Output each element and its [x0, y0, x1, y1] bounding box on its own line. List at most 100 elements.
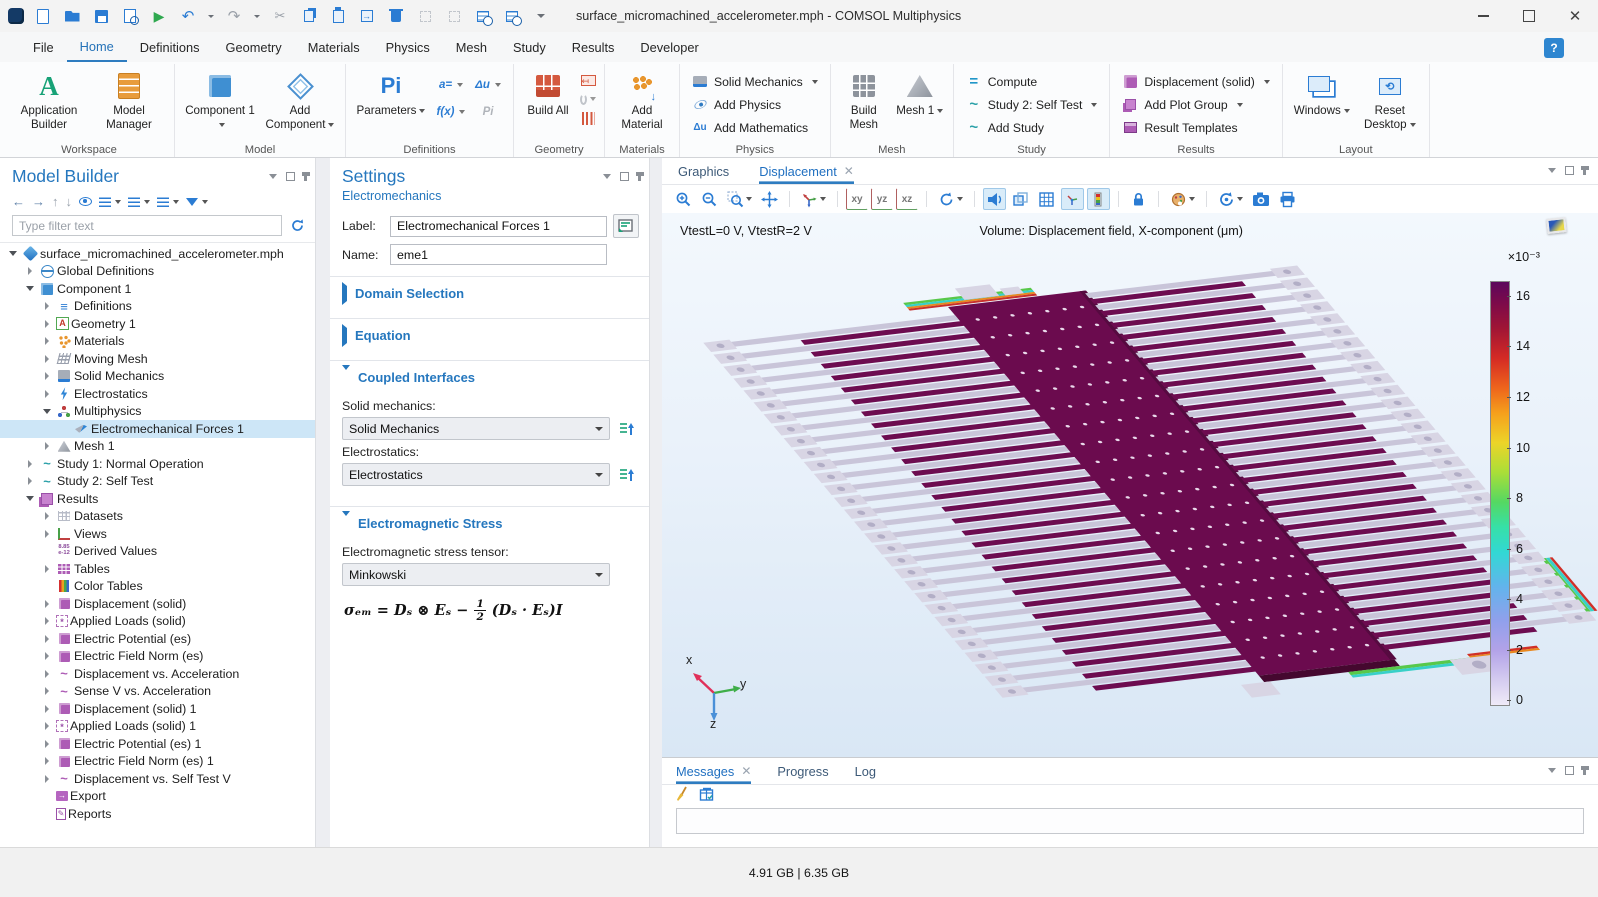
redo-button[interactable]: ↷	[224, 6, 244, 26]
close-tab-icon[interactable]: ✕	[844, 164, 854, 178]
panel-menu-chevron-icon[interactable]	[1548, 768, 1556, 773]
menu-developer[interactable]: Developer	[627, 32, 711, 62]
new-file-button[interactable]	[33, 6, 53, 26]
pin-panel-icon[interactable]	[1583, 166, 1586, 175]
component-1-button[interactable]: Component 1	[183, 68, 257, 131]
displacement-solid-button[interactable]: Displacement (solid)	[1118, 72, 1273, 91]
stress-tensor-select[interactable]: Minkowski	[342, 563, 610, 586]
tree-item[interactable]: Views	[0, 525, 315, 543]
show-toggle-button[interactable]	[79, 197, 92, 206]
menu-home[interactable]: Home	[67, 32, 127, 62]
float-panel-icon[interactable]	[620, 172, 629, 181]
add-plot-group-button[interactable]: Add Plot Group	[1118, 95, 1273, 114]
filter-button[interactable]	[186, 198, 208, 206]
open-file-button[interactable]	[62, 6, 82, 26]
show-color-legend-button[interactable]	[1087, 188, 1110, 210]
tree-item[interactable]: Derived Values	[0, 543, 315, 561]
solid-mechanics-select[interactable]: Solid Mechanics	[342, 417, 610, 440]
update-plot-button[interactable]	[1215, 188, 1246, 210]
add-study-button[interactable]: ~Add Study	[962, 118, 1102, 137]
tree-chevron-expanded-icon[interactable]	[23, 496, 37, 501]
work-plane-button[interactable]	[580, 110, 596, 126]
cut-button[interactable]: ✂	[270, 6, 290, 26]
close-tab-icon[interactable]: ✕	[741, 764, 751, 778]
delete-button[interactable]	[386, 6, 406, 26]
projection-toggle-button[interactable]	[983, 188, 1006, 210]
float-panel-icon[interactable]	[1565, 766, 1574, 775]
menu-physics[interactable]: Physics	[373, 32, 443, 62]
copy-messages-button[interactable]	[699, 787, 715, 807]
tree-item[interactable]: Tables	[0, 560, 315, 578]
menu-geometry[interactable]: Geometry	[213, 32, 295, 62]
tree-chevron-collapsed-icon[interactable]	[40, 687, 54, 695]
tree-chevron-collapsed-icon[interactable]	[40, 670, 54, 678]
menu-file[interactable]: File	[20, 32, 67, 62]
zoom-out-button[interactable]	[698, 188, 721, 210]
run-button[interactable]: ▶	[149, 6, 169, 26]
color-theme-button[interactable]	[1167, 188, 1198, 210]
tree-chevron-collapsed-icon[interactable]	[40, 372, 54, 380]
reset-desktop-button[interactable]: ⟲Reset Desktop	[1359, 68, 1421, 131]
show-frame-button[interactable]	[1009, 188, 1032, 210]
add-physics-button[interactable]: Add Physics	[688, 95, 822, 114]
lock-view-button[interactable]	[1127, 188, 1150, 210]
compute-button[interactable]: =Compute	[962, 72, 1102, 91]
tree-item[interactable]: Electric Potential (es) 1	[0, 735, 315, 753]
expand-all-button[interactable]	[128, 196, 150, 207]
tree-chevron-collapsed-icon[interactable]	[40, 390, 54, 398]
refresh-filter-icon[interactable]	[290, 218, 305, 233]
tree-chevron-collapsed-icon[interactable]	[40, 565, 54, 573]
tree-item[interactable]: Global Definitions	[0, 263, 315, 281]
print-button[interactable]	[1276, 188, 1299, 210]
help-button[interactable]: ?	[1544, 38, 1564, 58]
zoom-box-button[interactable]	[724, 188, 755, 210]
panel-menu-chevron-icon[interactable]	[603, 174, 611, 179]
plot-area[interactable]: VtestL=0 V, VtestR=2 V Volume: Displacem…	[662, 213, 1598, 757]
rename-label-button[interactable]	[613, 214, 639, 238]
tree-item[interactable]: Study 2: Self Test	[0, 473, 315, 491]
menu-mesh[interactable]: Mesh	[443, 32, 500, 62]
clear-messages-button[interactable]	[676, 786, 691, 807]
tree-item[interactable]: Electric Field Norm (es)	[0, 648, 315, 666]
tree-chevron-collapsed-icon[interactable]	[23, 267, 37, 275]
tree-chevron-collapsed-icon[interactable]	[40, 355, 54, 363]
functions-button[interactable]: f(x)	[434, 100, 468, 124]
view-yz-button[interactable]: yz	[871, 188, 893, 210]
electrostatics-select[interactable]: Electrostatics	[342, 463, 610, 486]
forward-button[interactable]: →	[32, 194, 45, 209]
show-axis-orientation-button[interactable]	[1061, 188, 1084, 210]
plot-thumbnail-icon[interactable]	[1546, 217, 1566, 234]
tree-chevron-expanded-icon[interactable]	[40, 409, 54, 414]
menu-study[interactable]: Study	[500, 32, 559, 62]
tree-item[interactable]: Color Tables	[0, 578, 315, 596]
tree-chevron-collapsed-icon[interactable]	[40, 617, 54, 625]
label-input[interactable]	[390, 216, 607, 237]
tree-chevron-collapsed-icon[interactable]	[40, 320, 54, 328]
tree-chevron-collapsed-icon[interactable]	[40, 705, 54, 713]
tree-item[interactable]: Applied Loads (solid)	[0, 613, 315, 631]
tree-item[interactable]: Study 1: Normal Operation	[0, 455, 315, 473]
tree-item[interactable]: Displacement vs. Acceleration	[0, 665, 315, 683]
collapse-all-button[interactable]	[99, 196, 121, 207]
view-xy-button[interactable]: xy	[846, 188, 868, 210]
float-panel-icon[interactable]	[286, 172, 295, 181]
tree-item[interactable]: Reports	[0, 805, 315, 823]
tree-chevron-collapsed-icon[interactable]	[40, 757, 54, 765]
name-input[interactable]	[390, 244, 607, 265]
move-down-button[interactable]: ↓	[66, 194, 73, 209]
add-mathematics-button[interactable]: ΔuAdd Mathematics	[688, 118, 822, 137]
add-material-button[interactable]: Add Material	[613, 68, 671, 131]
panel-menu-chevron-icon[interactable]	[1548, 168, 1556, 173]
snapshot-button[interactable]	[1249, 188, 1273, 210]
filter-input[interactable]	[12, 215, 282, 236]
import-geometry-button[interactable]	[580, 72, 596, 88]
back-button[interactable]: ←	[12, 194, 25, 209]
view-xz-button[interactable]: xz	[896, 188, 918, 210]
tree-chevron-collapsed-icon[interactable]	[23, 477, 37, 485]
move-up-button[interactable]: ↑	[52, 194, 59, 209]
paste-button[interactable]	[328, 6, 348, 26]
tree-item[interactable]: Electrostatics	[0, 385, 315, 403]
find-button[interactable]	[473, 6, 493, 26]
tree-item[interactable]: Solid Mechanics	[0, 368, 315, 386]
tree-chevron-collapsed-icon[interactable]	[40, 600, 54, 608]
